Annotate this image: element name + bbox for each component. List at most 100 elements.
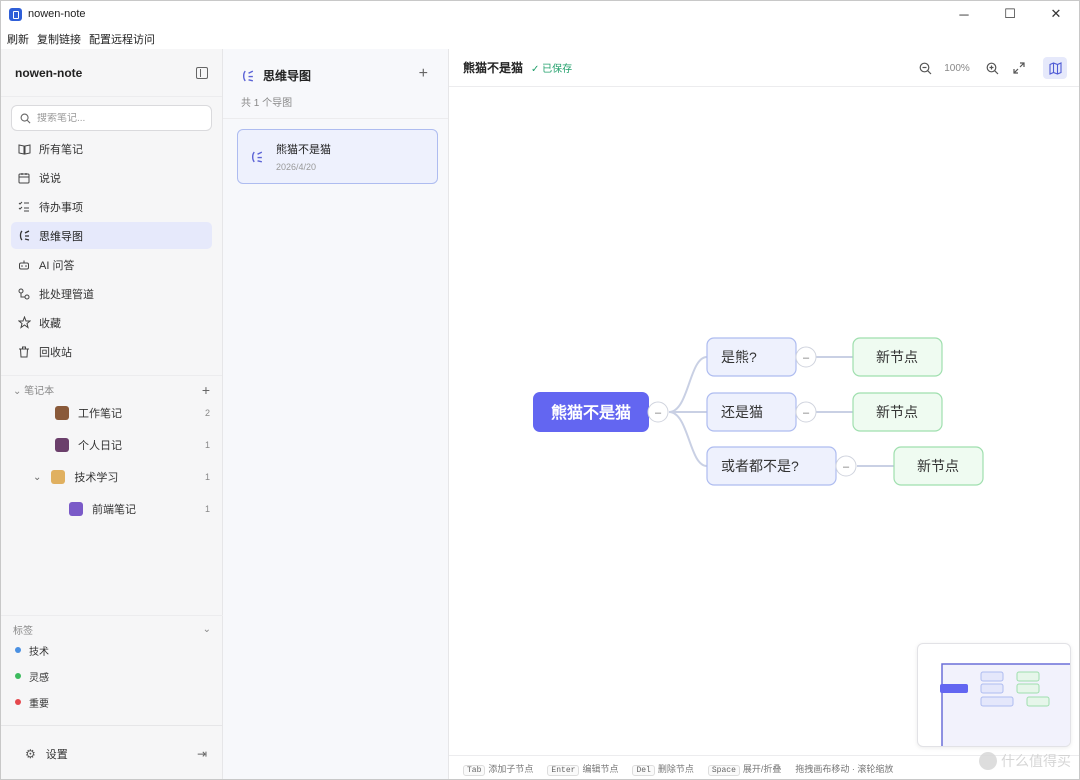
nav-item-trash[interactable]: 回收站 xyxy=(11,338,212,365)
search-box[interactable] xyxy=(11,105,212,131)
nav-item-todo[interactable]: 待办事项 xyxy=(11,193,212,220)
app-window: nowen-note ─ ☐ ✕ 刷新 复制链接 配置远程访问 nowen-no… xyxy=(0,0,1080,780)
zoom-level: 100% xyxy=(944,62,970,74)
editor-panel: 熊猫不是猫 ✓ 已保存 100% 熊猫不是猫 – 是熊? – 还是猫 – 或者都… xyxy=(449,49,1079,779)
watermark-logo-icon xyxy=(979,752,997,770)
hint-del: Del 删除节点 xyxy=(632,762,694,776)
root-node-label: 熊猫不是猫 xyxy=(551,403,631,422)
menu-refresh[interactable]: 刷新 xyxy=(7,31,29,47)
notebook-label: 技术学习 xyxy=(74,472,119,484)
list-title: 思维导图 xyxy=(263,69,312,83)
chevron-down-icon[interactable]: ⌄ xyxy=(33,472,41,483)
fullscreen-button[interactable] xyxy=(1007,57,1031,79)
window-title: nowen-note xyxy=(28,8,86,20)
add-notebook-icon[interactable]: + xyxy=(202,382,210,398)
nav-item-all-notes[interactable]: 所有笔记 xyxy=(11,135,212,162)
svg-text:–: – xyxy=(843,461,850,473)
collapse-toggle[interactable]: – xyxy=(647,401,669,423)
leaf-node-label: 新节点 xyxy=(876,404,918,420)
svg-text:–: – xyxy=(655,407,662,419)
minimap-leaf-node xyxy=(1016,671,1040,682)
branch-node-label: 或者都不是? xyxy=(721,458,799,474)
add-mindmap-button[interactable]: + xyxy=(419,65,428,83)
collapse-toggle[interactable]: – xyxy=(835,455,857,477)
gear-icon: ⚙ xyxy=(25,746,36,761)
tag-item-inspiration[interactable]: 灵感 xyxy=(1,663,223,689)
branch-node[interactable]: 还是猫 xyxy=(706,392,797,432)
technologist-icon xyxy=(51,470,66,484)
settings-button[interactable]: ⚙ 设置 xyxy=(25,746,68,762)
collapse-toggle[interactable]: – xyxy=(795,346,817,368)
nav-item-ai-qa[interactable]: AI 问答 xyxy=(11,251,212,278)
menu-bar: 刷新 复制链接 配置远程访问 xyxy=(1,29,157,49)
notebook-item-work[interactable]: 工作笔记 2 xyxy=(1,397,222,429)
mindmap-icon xyxy=(17,229,31,243)
atom-icon xyxy=(69,502,83,516)
tag-label: 重要 xyxy=(29,698,49,710)
doc-title[interactable]: 熊猫不是猫 xyxy=(463,59,523,76)
watermark: 什么值得买 xyxy=(979,751,1071,771)
minimap[interactable] xyxy=(917,643,1071,747)
notebook-label: 工作笔记 xyxy=(78,408,122,420)
minimize-button[interactable]: ─ xyxy=(941,1,987,27)
app-logo-icon xyxy=(9,7,22,21)
menu-copy-link[interactable]: 复制链接 xyxy=(37,31,81,47)
nav-label: 批处理管道 xyxy=(39,288,94,301)
leaf-node[interactable]: 新节点 xyxy=(893,446,984,486)
notebook-count: 1 xyxy=(204,504,210,514)
logout-icon[interactable]: ⇥ xyxy=(197,747,207,761)
maximize-button[interactable]: ☐ xyxy=(987,1,1033,27)
saved-status: ✓ 已保存 xyxy=(531,64,573,75)
zoom-out-button[interactable] xyxy=(913,57,937,79)
checklist-icon xyxy=(17,200,31,214)
nav-item-pipeline[interactable]: 批处理管道 xyxy=(11,280,212,307)
collapse-toggle[interactable]: – xyxy=(795,401,817,423)
settings-label: 设置 xyxy=(45,748,68,761)
svg-text:–: – xyxy=(803,352,810,364)
nav-item-moments[interactable]: 说说 xyxy=(11,164,212,191)
zoom-in-button[interactable] xyxy=(980,57,1004,79)
leaf-node[interactable]: 新节点 xyxy=(852,392,943,432)
zoom-out-icon xyxy=(919,62,931,74)
tag-dot xyxy=(15,699,21,705)
tag-label: 灵感 xyxy=(29,672,49,684)
trash-icon xyxy=(17,345,31,359)
notebooks-label: 笔记本 xyxy=(24,386,55,397)
mindmap-card[interactable]: 熊猫不是猫 2026/4/20 xyxy=(237,129,438,184)
nav-item-favorites[interactable]: 收藏 xyxy=(11,309,212,336)
notebook-item-diary[interactable]: 个人日记 1 xyxy=(1,429,222,461)
zoom-in-icon xyxy=(986,62,998,74)
tag-item-tech[interactable]: 技术 xyxy=(1,637,223,663)
notebooks-header[interactable]: ⌄ 笔记本 + xyxy=(1,375,222,398)
menu-remote-access[interactable]: 配置远程访问 xyxy=(89,31,155,47)
notebook-list: 工作笔记 2 个人日记 1 ⌄ 技术学习 1 前端笔记 1 xyxy=(1,397,222,525)
root-node[interactable]: 熊猫不是猫 xyxy=(533,392,649,432)
minimap-branch-node xyxy=(980,696,1014,707)
tags-header[interactable]: 标签 ⌄ xyxy=(1,615,223,637)
notebook-label: 前端笔记 xyxy=(92,504,136,516)
tag-item-important[interactable]: 重要 xyxy=(1,689,223,715)
minimap-leaf-node xyxy=(1016,683,1040,694)
leaf-node-label: 新节点 xyxy=(917,458,959,474)
leaf-node[interactable]: 新节点 xyxy=(852,337,943,377)
search-input[interactable] xyxy=(37,112,187,124)
nav-label: 待办事项 xyxy=(39,201,83,214)
mindmap-card-date: 2026/4/20 xyxy=(276,162,317,172)
notebook-item-tech[interactable]: ⌄ 技术学习 1 xyxy=(1,461,222,493)
collapse-sidebar-icon[interactable] xyxy=(196,66,208,79)
notebook-item-frontend[interactable]: 前端笔记 1 xyxy=(1,493,222,525)
close-button[interactable]: ✕ xyxy=(1033,1,1079,27)
nav-item-mindmap[interactable]: 思维导图 xyxy=(11,222,212,249)
notebook-count: 1 xyxy=(204,440,210,450)
nav-label: 回收站 xyxy=(39,346,72,359)
branch-node[interactable]: 或者都不是? xyxy=(706,446,837,486)
nav-label: 收藏 xyxy=(39,317,61,330)
minimap-toggle-button[interactable] xyxy=(1043,57,1067,79)
tag-dot xyxy=(15,673,21,679)
leaf-node-label: 新节点 xyxy=(876,349,918,365)
minimap-root-node xyxy=(940,684,968,693)
connector xyxy=(668,411,708,467)
branch-node[interactable]: 是熊? xyxy=(706,337,797,377)
nav-label: 所有笔记 xyxy=(39,143,83,156)
book-icon xyxy=(17,142,31,156)
